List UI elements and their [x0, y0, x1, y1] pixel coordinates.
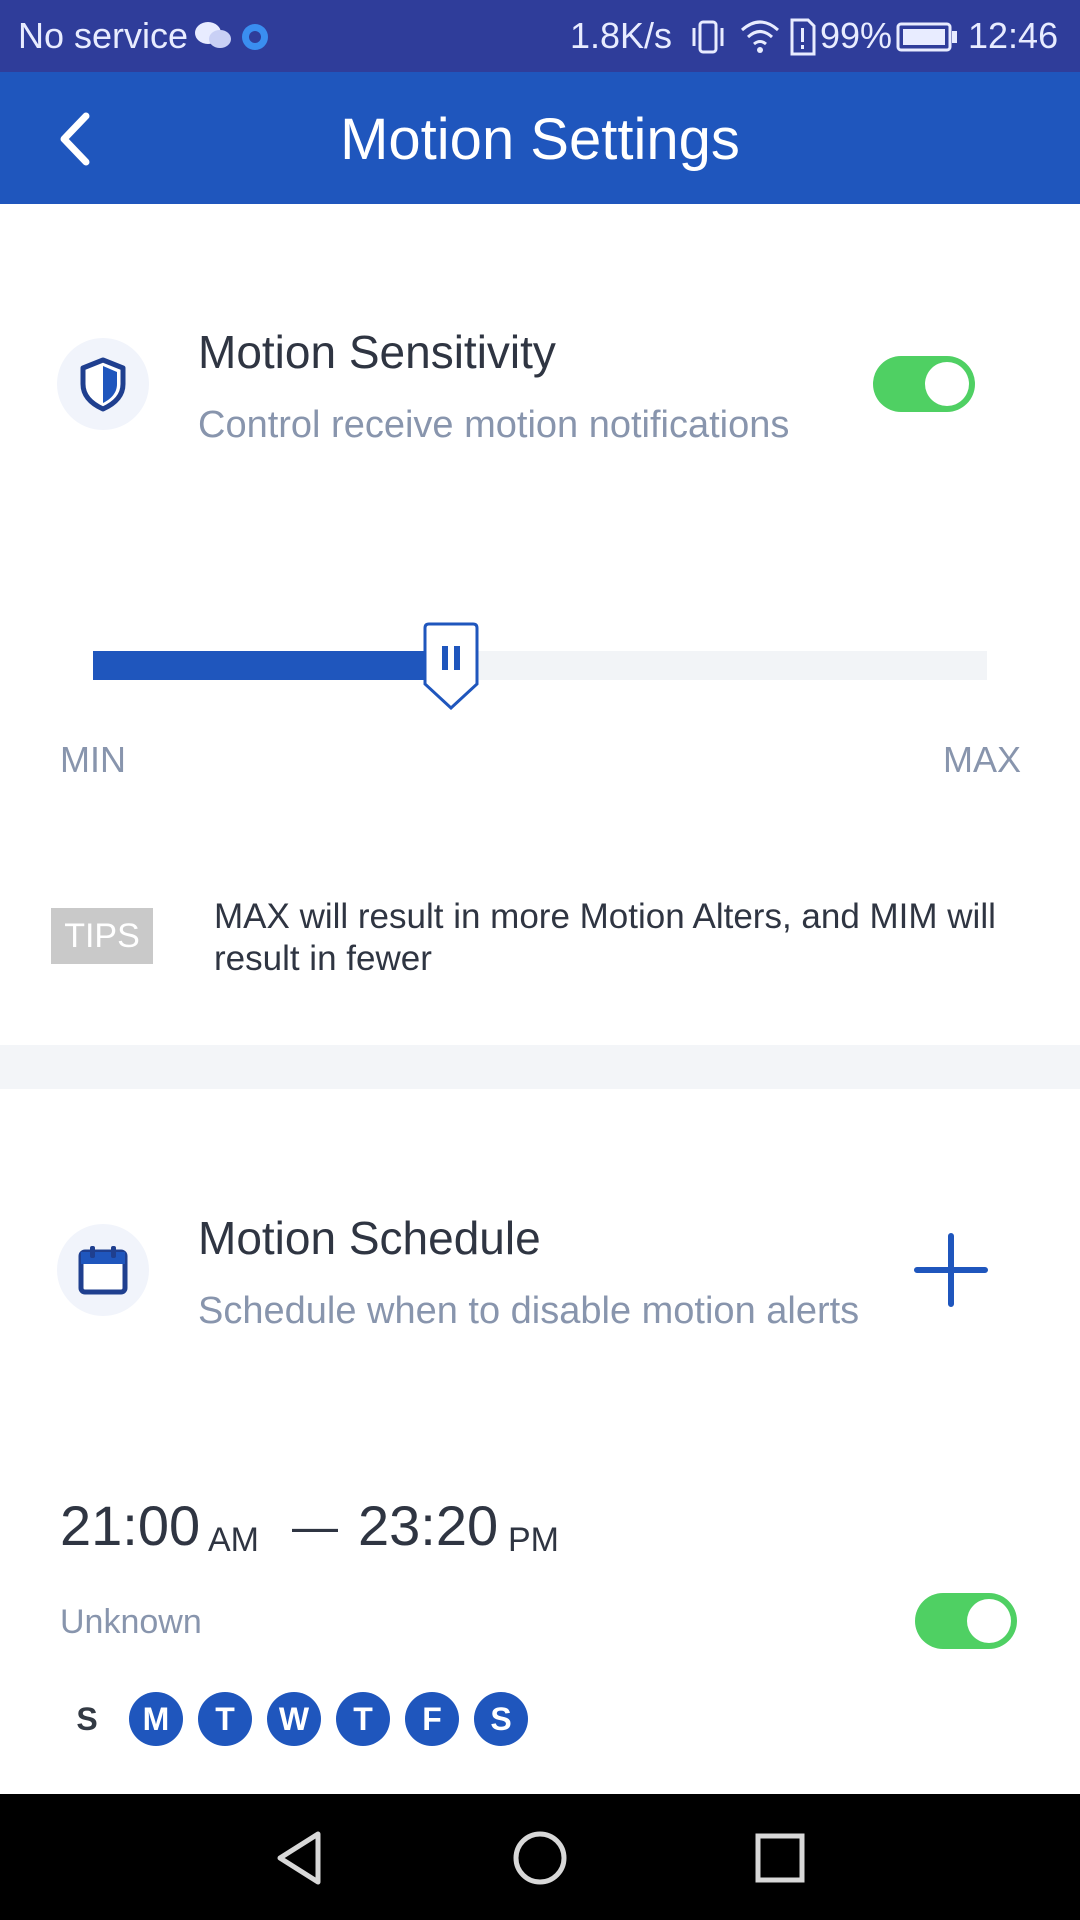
sensitivity-icon-container	[57, 338, 149, 430]
slider-handle-icon	[423, 622, 479, 711]
schedule-title: Motion Schedule	[198, 1212, 541, 1264]
carrier-text: No service	[18, 15, 189, 56]
page-title: Motion Settings	[340, 107, 740, 172]
app-bar: Motion Settings	[0, 72, 1080, 204]
day-toggle-0[interactable]: S	[60, 1692, 114, 1746]
tips-badge: TIPS	[51, 908, 153, 964]
toggle-knob	[925, 362, 969, 406]
shield-icon	[80, 357, 126, 412]
toggle-knob	[967, 1599, 1011, 1643]
sensitivity-subtitle: Control receive motion notifications	[198, 404, 790, 446]
nav-recents-icon[interactable]	[750, 1828, 810, 1888]
slider-min-label: MIN	[60, 739, 126, 780]
vibrate-icon	[688, 18, 728, 61]
day-toggle-6[interactable]: S	[474, 1692, 528, 1746]
slider-max-label: MAX	[943, 739, 1022, 780]
sensitivity-slider-fill	[93, 651, 451, 680]
schedule-separator: —	[292, 1500, 338, 1552]
nav-home-icon[interactable]	[510, 1828, 570, 1888]
schedule-end-ampm: PM	[508, 1521, 559, 1559]
add-schedule-button[interactable]	[913, 1232, 989, 1308]
day-toggle-1[interactable]: M	[129, 1692, 183, 1746]
plus-icon	[914, 1233, 988, 1307]
battery-percent: 99%	[820, 15, 893, 56]
status-bar: No service 1.8K/s 99% 12:46	[0, 0, 1080, 72]
schedule-icon-container	[57, 1224, 149, 1316]
tips-text: MAX will result in more Motion Alters, a…	[214, 897, 996, 978]
schedule-label: Unknown	[60, 1603, 202, 1641]
schedule-end-time: 23:20	[358, 1494, 499, 1557]
battery-icon	[896, 22, 958, 57]
section-divider	[0, 1045, 1080, 1089]
nav-back-icon[interactable]	[270, 1828, 330, 1888]
network-speed: 1.8K/s	[570, 15, 673, 56]
sensitivity-toggle[interactable]	[873, 356, 975, 412]
schedule-start-time: 21:00	[60, 1494, 201, 1557]
sensitivity-title: Motion Sensitivity	[198, 326, 556, 378]
sensitivity-slider-handle[interactable]	[421, 622, 481, 711]
battery-alert-icon	[788, 18, 816, 61]
schedule-toggle[interactable]	[915, 1593, 1017, 1649]
calendar-icon	[78, 1246, 128, 1295]
app-notification-icon	[240, 22, 270, 57]
schedule-start-ampm: AM	[208, 1521, 259, 1559]
wifi-icon	[740, 18, 780, 59]
day-toggle-5[interactable]: F	[405, 1692, 459, 1746]
day-toggle-4[interactable]: T	[336, 1692, 390, 1746]
schedule-subtitle: Schedule when to disable motion alerts	[198, 1290, 860, 1332]
wechat-icon	[194, 20, 232, 57]
system-nav-bar	[0, 1794, 1080, 1920]
clock-time: 12:46	[968, 15, 1059, 56]
day-toggle-2[interactable]: T	[198, 1692, 252, 1746]
day-toggle-3[interactable]: W	[267, 1692, 321, 1746]
